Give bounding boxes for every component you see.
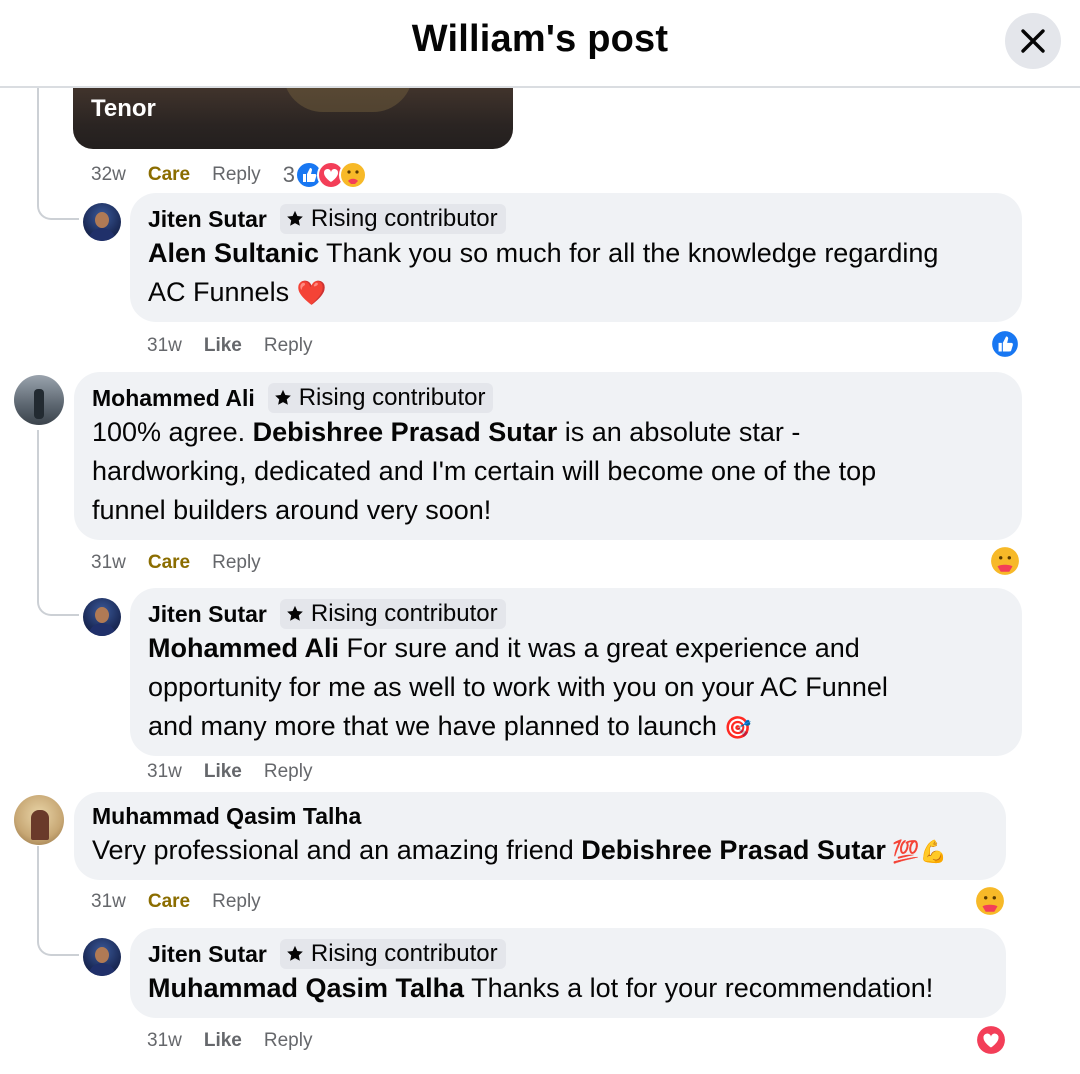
comment-actions: 31w Like Reply [147, 761, 334, 783]
reply-button[interactable]: Reply [212, 552, 261, 574]
comment-time[interactable]: 31w [91, 891, 126, 913]
reaction-count[interactable]: 3 [283, 162, 295, 188]
badge-label: Rising contributor [298, 384, 486, 411]
page-title: William's post [411, 18, 669, 60]
like-button[interactable]: Like [204, 761, 242, 783]
comment-bubble: Jiten Sutar Rising contributor Muhammad … [130, 928, 1006, 1018]
avatar[interactable] [83, 938, 121, 976]
avatar[interactable] [83, 203, 121, 241]
star-icon [287, 945, 303, 961]
reply-button[interactable]: Reply [264, 1030, 313, 1052]
care-reaction-icon[interactable] [990, 546, 1020, 576]
comment-text: Alen Sultanic Thank you so much for all … [148, 234, 1004, 313]
close-button[interactable] [1005, 13, 1061, 69]
gif-source-label: Tenor [91, 95, 156, 122]
comment-bubble: Mohammed Ali Rising contributor 100% agr… [74, 372, 1022, 540]
comment-actions: 31w Like Reply [147, 1030, 334, 1052]
comment-text-part: Very professional and an amazing friend [92, 835, 582, 865]
avatar[interactable] [14, 375, 64, 425]
comment-text-part: AC Funnels [148, 277, 297, 307]
comment-bubble: Muhammad Qasim Talha Very professional a… [74, 792, 1006, 880]
avatar[interactable] [14, 795, 64, 845]
mention-link[interactable]: Debishree Prasad Sutar [581, 835, 886, 865]
star-icon [274, 389, 291, 405]
comment-text-part: and many more that we have planned to la… [148, 711, 725, 741]
comment-time[interactable]: 31w [91, 552, 126, 574]
status-badge[interactable]: Rising contributor [279, 599, 506, 629]
post-header: William's post [0, 0, 1080, 88]
reaction-summary[interactable] [294, 161, 367, 189]
target-emoji: 🎯 [724, 715, 752, 740]
mention-link[interactable]: Alen Sultanic [148, 238, 319, 268]
reply-button[interactable]: Reply [264, 761, 313, 783]
comment-bubble: Jiten Sutar Rising contributor Mohammed … [130, 588, 1022, 756]
comment-text-part: Thank you so much for all the knowledge … [319, 238, 939, 268]
comment-author[interactable]: Jiten Sutar [148, 601, 267, 628]
comment-text: 100% agree. Debishree Prasad Sutar is an… [92, 413, 1004, 530]
comment-bubble: Jiten Sutar Rising contributor Alen Sult… [130, 193, 1022, 322]
thread-elbow [37, 150, 79, 220]
comment-text-part: is an absolute star - [557, 417, 801, 447]
thread-elbow [37, 846, 79, 956]
comment-text: Very professional and an amazing friend … [92, 831, 988, 871]
care-reaction-icon [338, 161, 367, 189]
comment-author[interactable]: Mohammed Ali [92, 385, 255, 412]
comment-text-part: opportunity for me as well to work with … [148, 672, 888, 702]
comment-text-part: funnel builders around very soon! [92, 495, 492, 525]
comment-actions: 31w Care Reply [91, 552, 283, 574]
care-reaction-button[interactable]: Care [148, 891, 190, 913]
care-reaction-button[interactable]: Care [148, 552, 190, 574]
comment-text: Mohammed Ali For sure and it was a great… [148, 629, 1004, 747]
comment-author[interactable]: Jiten Sutar [148, 206, 267, 233]
comment-author[interactable]: Jiten Sutar [148, 941, 267, 968]
status-badge[interactable]: Rising contributor [279, 204, 506, 234]
badge-label: Rising contributor [310, 600, 498, 627]
avatar[interactable] [83, 598, 121, 636]
comment-time[interactable]: 31w [147, 761, 182, 783]
reply-button[interactable]: Reply [212, 164, 261, 186]
badge-label: Rising contributor [310, 205, 498, 232]
comment-time[interactable]: 31w [147, 1030, 182, 1052]
mention-link[interactable]: Muhammad Qasim Talha [148, 973, 464, 1003]
comment-text-part: For sure and it was a great experience a… [339, 633, 860, 663]
badge-label: Rising contributor [310, 940, 498, 967]
care-reaction-icon[interactable] [975, 886, 1005, 916]
comment-time[interactable]: 31w [147, 335, 182, 357]
heart-emoji: ❤️ [296, 280, 327, 307]
comment-actions: 32w Care Reply 3 [91, 161, 389, 189]
comment-text-part: Thanks a lot for your recommendation! [464, 973, 934, 1003]
mention-link[interactable]: Debishree Prasad Sutar [253, 417, 558, 447]
reply-button[interactable]: Reply [264, 335, 313, 357]
like-reaction-icon[interactable] [990, 329, 1020, 359]
star-icon [287, 210, 303, 226]
status-badge[interactable]: Rising contributor [279, 939, 506, 969]
comment-time[interactable]: 32w [91, 164, 126, 186]
like-button[interactable]: Like [204, 335, 242, 357]
close-icon [1021, 29, 1045, 53]
star-icon [287, 605, 303, 621]
comment-author[interactable]: Muhammad Qasim Talha [92, 803, 361, 830]
comment-text-part: 100% agree. [92, 417, 253, 447]
status-badge[interactable]: Rising contributor [267, 383, 494, 413]
mention-link[interactable]: Mohammed Ali [148, 633, 339, 663]
reply-button[interactable]: Reply [212, 891, 261, 913]
like-button[interactable]: Like [204, 1030, 242, 1052]
comment-text: Muhammad Qasim Talha Thanks a lot for yo… [148, 969, 988, 1008]
thread-elbow [37, 430, 79, 616]
love-reaction-icon[interactable] [976, 1025, 1006, 1055]
comment-text-part: hardworking, dedicated and I'm certain w… [92, 456, 877, 486]
care-reaction-button[interactable]: Care [148, 164, 190, 186]
comment-actions: 31w Care Reply [91, 891, 283, 913]
comment-actions: 31w Like Reply [147, 335, 334, 357]
hundred-muscle-emoji: 💯💪 [885, 839, 947, 864]
